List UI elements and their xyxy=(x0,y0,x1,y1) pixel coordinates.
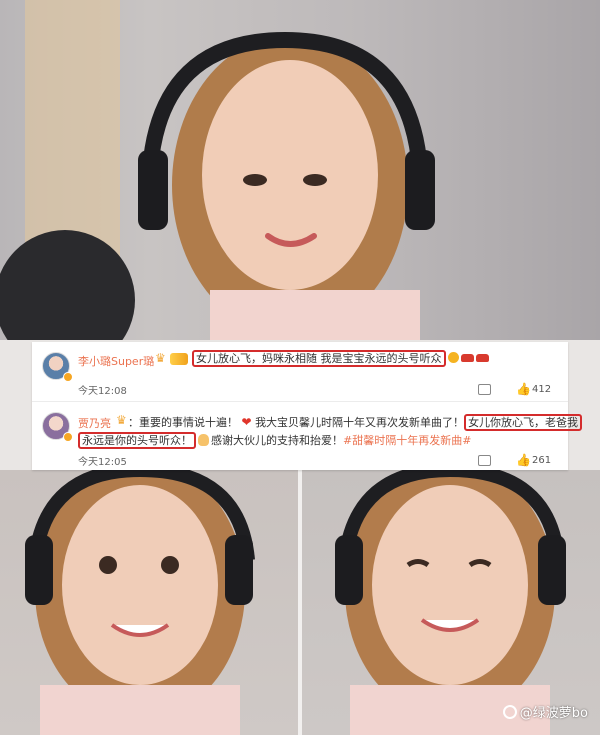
like-icon[interactable]: 👍 xyxy=(516,454,531,466)
car-icon xyxy=(460,354,474,362)
like-count: 261 xyxy=(532,455,552,466)
comment-icon[interactable] xyxy=(478,455,491,466)
photo-bottom-right xyxy=(300,470,600,735)
emoji-icon xyxy=(447,352,459,363)
comment-text-line-1: ：重要的事情说十遍！ ❤ 我大宝贝馨儿时隔十年又再次发新单曲了！ 女儿你放心飞，老… xyxy=(128,414,583,431)
comment-text-middle: 我大宝贝馨儿时隔十年又再次发新单曲了！ xyxy=(255,416,465,429)
watermark-logo-icon xyxy=(502,705,517,719)
highlight-box: 女儿放心飞，妈咪永相随 我是宝宝永远的头号听众 xyxy=(192,350,446,367)
comment-time: 今天12:05 xyxy=(78,457,127,468)
crown-icon: ♛ xyxy=(116,413,127,427)
comment-time: 今天12:08 xyxy=(78,386,127,397)
photo-bottom-left xyxy=(0,470,300,735)
verified-badge-icon xyxy=(63,372,73,382)
watermark: @绿波萝bo xyxy=(502,702,588,721)
comment-text-line-2: 永远是你的头号听众！ 感谢大伙儿的支持和抬爱！#甜馨时隔十年再发新曲# xyxy=(78,432,471,449)
comment-row: 贾乃亮 ♛ ：重要的事情说十遍！ ❤ 我大宝贝馨儿时隔十年又再次发新单曲了！ 女儿… xyxy=(32,402,583,470)
comment-icon[interactable] xyxy=(478,384,491,395)
vip-badge xyxy=(170,353,188,365)
heart-icon: ❤ xyxy=(241,415,252,429)
photo-girl-smiling xyxy=(335,470,566,735)
like-icon[interactable]: 👍 xyxy=(516,383,531,395)
watermark-text: @绿波萝bo xyxy=(519,706,588,721)
username[interactable]: 李小璐Super璐 xyxy=(78,353,154,369)
username[interactable]: 贾乃亮 xyxy=(78,415,111,431)
like-count: 412 xyxy=(532,384,552,395)
car-icon xyxy=(475,354,489,362)
comment-text-before: ：重要的事情说十遍！ xyxy=(128,416,238,429)
comment-text-after: 感谢大伙儿的支持和抬爱！ xyxy=(211,434,343,447)
photo-girl-headphones-top xyxy=(0,0,435,340)
highlight-box: 永远是你的头号听众！ xyxy=(78,432,196,449)
verified-badge-icon xyxy=(63,432,73,442)
photo-top xyxy=(0,0,600,340)
photo-divider xyxy=(298,470,302,735)
comment-row: 李小璐Super璐 ♛ 女儿放心飞，妈咪永相随 我是宝宝永远的头号听众 今天12… xyxy=(32,342,568,402)
topic-link[interactable]: #甜馨时隔十年再发新曲# xyxy=(343,434,471,447)
comment-text: 女儿放心飞，妈咪永相随 我是宝宝永远的头号听众 xyxy=(192,350,489,367)
photo-girl-surprised xyxy=(25,470,255,735)
highlight-box: 女儿你放心飞，老爸我 xyxy=(464,414,583,431)
comment-card: 李小璐Super璐 ♛ 女儿放心飞，妈咪永相随 我是宝宝永远的头号听众 今天12… xyxy=(32,342,583,470)
crown-icon: ♛ xyxy=(155,351,166,365)
hand-icon xyxy=(198,434,209,446)
